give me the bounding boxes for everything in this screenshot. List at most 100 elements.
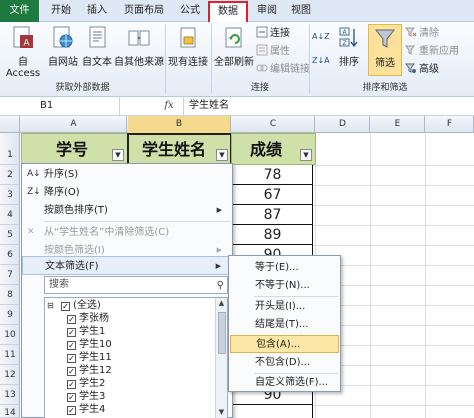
row-header[interactable]: 14 [0, 405, 20, 418]
properties-button[interactable]: 属性 [256, 43, 290, 60]
scrollbar-thumb[interactable] [218, 312, 226, 354]
tab-view[interactable]: 视图 [286, 2, 316, 22]
row-header[interactable]: 4 [0, 205, 20, 225]
filter-dropdown-arrow-icon[interactable]: ▼ [216, 149, 228, 161]
header-cell-student-name[interactable]: 学生姓名 ▼ [127, 133, 232, 165]
filter-checkbox[interactable]: ✓ 学生1 [67, 326, 105, 338]
column-header-c[interactable]: C [232, 116, 315, 133]
row-header[interactable]: 11 [0, 345, 20, 365]
filter-checkbox[interactable]: ✓ 学生2 [67, 378, 105, 390]
does-not-equal-item[interactable]: 不等于(N)... [230, 277, 339, 295]
formula-bar: B1 fx 学生姓名 [0, 97, 474, 116]
ends-with-item[interactable]: 结尾是(T)... [230, 316, 339, 334]
select-all-corner[interactable] [0, 116, 20, 133]
from-text-button[interactable]: 自文本 [80, 24, 114, 76]
sort-ascending-item[interactable]: A↓ 升序(S) [22, 165, 232, 184]
tab-page-layout[interactable]: 页面布局 [117, 2, 171, 22]
filter-checkbox[interactable]: ✓ 学生10 [67, 339, 112, 351]
reapply-button[interactable]: 重新应用 [405, 43, 459, 60]
advanced-filter-button[interactable]: 高级 [405, 61, 439, 78]
tab-home[interactable]: 开始 [44, 2, 78, 22]
header-text: 成绩 [249, 140, 282, 159]
header-cell-score[interactable]: 成绩 ▼ [231, 133, 316, 165]
filter-search-input[interactable]: 搜索 ⚲ [44, 276, 228, 294]
header-cell-student-id[interactable]: 学号 ▼ [21, 133, 128, 165]
sort-by-color-item[interactable]: 按颜色排序(T) ▶ [22, 201, 232, 220]
row-header[interactable]: 10 [0, 325, 20, 345]
sort-descending-item[interactable]: Z↓ 降序(O) [22, 183, 232, 202]
score-cell[interactable]: 87 [232, 205, 313, 225]
from-web-button[interactable]: 自网站 [46, 24, 80, 76]
clear-filter-button[interactable]: 清除 [405, 25, 439, 42]
row-header[interactable]: 9 [0, 305, 20, 325]
refresh-all-button[interactable]: 全部刷新 [212, 24, 256, 76]
tab-file[interactable]: 文件 [0, 0, 39, 22]
checkbox-checked-icon: ✓ [67, 341, 76, 350]
tab-insert[interactable]: 插入 [80, 2, 114, 22]
filter-checkbox[interactable]: ✓ 学生12 [67, 365, 112, 377]
sort-button[interactable]: A Z 排序 [334, 24, 364, 76]
sort-descending-button[interactable]: Z↓A [312, 52, 330, 69]
filter-checkbox[interactable]: ✓ 李张杨 [67, 313, 109, 325]
grid-line [370, 133, 371, 418]
score-cell[interactable]: 89 [232, 225, 313, 245]
insert-function-icon[interactable]: fx [160, 97, 178, 115]
checkbox-checked-icon: ✓ [67, 393, 76, 402]
formula-input[interactable]: 学生姓名 [183, 97, 229, 115]
tab-formulas[interactable]: 公式 [173, 2, 207, 22]
row-header[interactable]: 12 [0, 365, 20, 385]
row-header[interactable]: 5 [0, 225, 20, 245]
sort-za-icon: Z↓A [312, 56, 330, 65]
row-headers: 1 2 3 4 5 6 7 8 9 10 11 12 13 14 [0, 133, 20, 418]
filter-checkbox[interactable]: ✓ 学生3 [67, 391, 105, 403]
score-cell[interactable]: 67 [232, 185, 313, 205]
filter-checkbox[interactable]: ✓ 学生11 [67, 352, 112, 364]
from-other-sources-button[interactable]: 自其他来源 [114, 24, 164, 76]
row-header[interactable]: 6 [0, 245, 20, 265]
custom-filter-item[interactable]: 自定义筛选(F)... [230, 374, 339, 392]
column-header-d[interactable]: D [316, 116, 370, 133]
clear-filter-label: 从“学生姓名”中清除筛选(C) [44, 227, 170, 238]
checkbox-checked-icon: ✓ [67, 367, 76, 376]
text-filters-item[interactable]: 文本筛选(F) ▶ [22, 256, 232, 275]
other-sources-icon [128, 30, 150, 46]
edit-links-button[interactable]: 编辑链接 [256, 61, 310, 78]
scroll-down-icon[interactable]: ▼ [216, 407, 227, 418]
filter-button[interactable]: 筛选 [368, 24, 402, 76]
column-header-a[interactable]: A [21, 116, 127, 133]
column-header-f[interactable]: F [426, 116, 474, 133]
row-header[interactable]: 3 [0, 185, 20, 205]
tab-data[interactable]: 数据 [208, 1, 248, 22]
filter-dropdown-arrow-icon[interactable]: ▼ [112, 149, 124, 161]
filter-checkbox[interactable]: ✓ 学生4 [67, 404, 105, 416]
row-header[interactable]: 2 [0, 165, 20, 185]
filter-checkbox-select-all[interactable]: ✓ (全选) [61, 300, 101, 312]
column-header-b[interactable]: B [128, 116, 231, 133]
existing-connection-button[interactable]: 现有连接 [166, 24, 210, 76]
row-header[interactable]: 8 [0, 285, 20, 305]
from-access-label: 自 Access [5, 57, 41, 79]
connections-button[interactable]: 连接 [256, 25, 290, 42]
from-access-button[interactable]: A 自 Access [2, 24, 44, 79]
equals-item[interactable]: 等于(E)... [230, 259, 339, 277]
tab-review[interactable]: 审阅 [252, 2, 282, 22]
expand-collapse-icon[interactable]: ⊟ [47, 300, 54, 312]
filter-dropdown-arrow-icon[interactable]: ▼ [300, 149, 312, 161]
does-not-contain-item[interactable]: 不包含(D)... [230, 354, 339, 372]
row-header[interactable]: 13 [0, 385, 20, 405]
score-cell[interactable]: 78 [232, 165, 313, 185]
name-box[interactable]: B1 [0, 97, 120, 115]
begins-with-item[interactable]: 开头是(I)... [230, 298, 339, 316]
sort-ascending-button[interactable]: A↓Z [312, 28, 330, 45]
clear-filter-item[interactable]: ✕ 从“学生姓名”中清除筛选(C) [22, 223, 232, 242]
menu-bar: 文件 开始 插入 页面布局 公式 数据 审阅 视图 [0, 0, 474, 22]
column-header-e[interactable]: E [371, 116, 425, 133]
checkbox-checked-icon: ✓ [67, 328, 76, 337]
row-header[interactable]: 7 [0, 265, 20, 285]
row-header[interactable]: 1 [0, 133, 20, 165]
contains-item[interactable]: 包含(A)... [230, 335, 339, 353]
scroll-up-icon[interactable]: ▲ [216, 298, 227, 309]
score-cell[interactable] [232, 405, 313, 418]
sort-by-color-label: 按颜色排序(T) [44, 205, 108, 216]
list-scrollbar[interactable]: ▲ ▼ [215, 298, 227, 418]
